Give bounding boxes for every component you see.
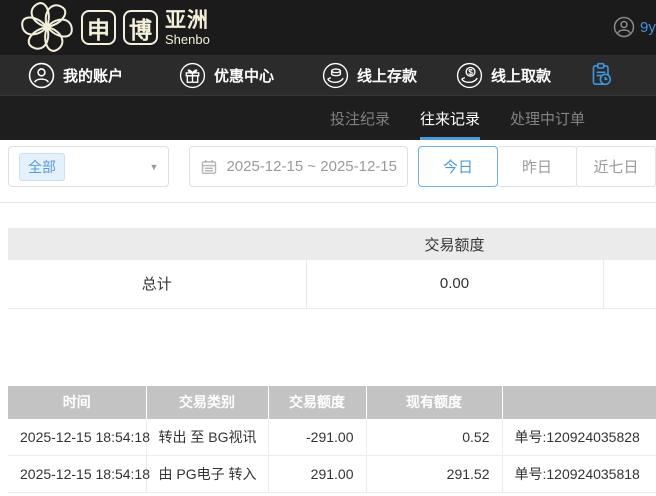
quick-filter-today[interactable]: 今日 [418,146,498,187]
logo-char-bo: 博 [123,10,158,45]
logo-latin-label: Shenbo [165,33,210,46]
logo-char-shen: 申 [81,10,116,45]
user-avatar-icon [613,16,635,38]
nav-item-promotions[interactable]: 优惠中心 [179,62,274,89]
col-header-amount: 交易额度 [268,386,366,419]
quick-filter-yesterday[interactable]: 昨日 [497,146,577,187]
calendar-icon [200,158,218,176]
summary-total-row: 总计 0.00 [8,260,656,308]
summary-total-value: 0.00 [306,260,603,308]
summary-total-empty [603,260,656,308]
date-range-value: 2025-12-15 ~ 2025-12-15 [226,158,397,175]
brand-logo[interactable]: 申 博 亚洲 Shenbo [20,2,210,54]
nav-item-online-withdrawal[interactable]: $ 线上取款 [456,62,551,89]
withdraw-dollar-icon: $ [456,62,483,89]
transactions-table: 时间 交易类别 交易额度 现有额度 描述 2025-12-15 18:54:18… [8,386,656,494]
summary-header-empty [8,228,306,260]
cell-description: 单号:120924035818 [502,456,656,493]
logo-region-label: 亚洲 [165,10,210,31]
table-row: 2025-12-15 18:54:18 转出 至 BG视讯 -291.00 0.… [8,419,656,456]
tab-pending-orders[interactable]: 处理中订单 [510,96,585,140]
type-select[interactable]: 全部 ▼ [8,146,169,187]
records-clipboard-clock-icon [587,61,615,89]
tab-transaction-records[interactable]: 往来记录 [420,96,480,140]
flower-logo-icon [20,0,74,54]
col-header-time: 时间 [8,386,146,419]
tab-betting-records[interactable]: 投注纪录 [330,96,390,140]
date-range-input[interactable]: 2025-12-15 ~ 2025-12-15 [189,146,408,187]
summary-header-amount: 交易额度 [306,228,603,260]
cell-time: 2025-12-15 18:54:18 [8,419,146,456]
summary-total-label: 总计 [8,260,306,308]
username-link[interactable]: 9y [640,19,656,36]
summary-table: 交易额度 总计 0.00 [8,228,656,309]
transactions-header-row: 时间 交易类别 交易额度 现有额度 描述 [8,386,656,419]
svg-text:$: $ [468,66,473,76]
quick-date-buttons: 今日 昨日 近七日 [419,146,656,187]
content-area: 全部 ▼ 2025-12-15 ~ 2025-12-15 今日 昨日 近七日 [0,146,656,493]
col-header-type: 交易类别 [146,386,268,419]
nav-label: 我的账户 [63,65,123,86]
records-tab-bar: 投注纪录 往来记录 处理中订单 [0,95,656,140]
cell-type: 转出 至 BG视讯 [146,419,268,456]
cell-balance: 291.52 [366,456,502,493]
cell-time: 2025-12-15 18:54:18 [8,456,146,493]
table-row: 2025-12-15 18:54:18 由 PG电子 转入 291.00 291… [8,456,656,493]
col-header-balance: 现有额度 [366,386,502,419]
nav-item-transaction-records[interactable] [587,61,615,89]
deposit-coins-icon [322,62,349,89]
summary-header-row: 交易额度 [8,228,656,260]
gift-icon [179,62,206,89]
nav-item-my-account[interactable]: 我的账户 [28,62,123,89]
filter-row: 全部 ▼ 2025-12-15 ~ 2025-12-15 今日 昨日 近七日 [8,146,656,187]
cell-balance: 0.52 [366,419,502,456]
type-selected-chip: 全部 [19,153,65,181]
cell-description: 单号:120924035828 [502,419,656,456]
section-divider [0,202,656,203]
summary-header-empty [603,228,656,260]
nav-label: 线上取款 [491,65,551,86]
cell-amount: -291.00 [268,419,366,456]
nav-item-online-deposit[interactable]: 线上存款 [322,62,417,89]
col-header-description: 描述 [502,386,656,419]
user-circle-icon [28,62,55,89]
main-nav: 我的账户 优惠中心 线上存款 $ 线上取款 [0,55,656,95]
site-header: 申 博 亚洲 Shenbo 9y [0,0,656,55]
cell-amount: 291.00 [268,456,366,493]
nav-label: 优惠中心 [214,65,274,86]
nav-label: 线上存款 [357,65,417,86]
account-area: 9y [613,16,656,38]
chevron-down-icon: ▼ [150,162,159,172]
quick-filter-last7days[interactable]: 近七日 [576,146,656,187]
cell-type: 由 PG电子 转入 [146,456,268,493]
